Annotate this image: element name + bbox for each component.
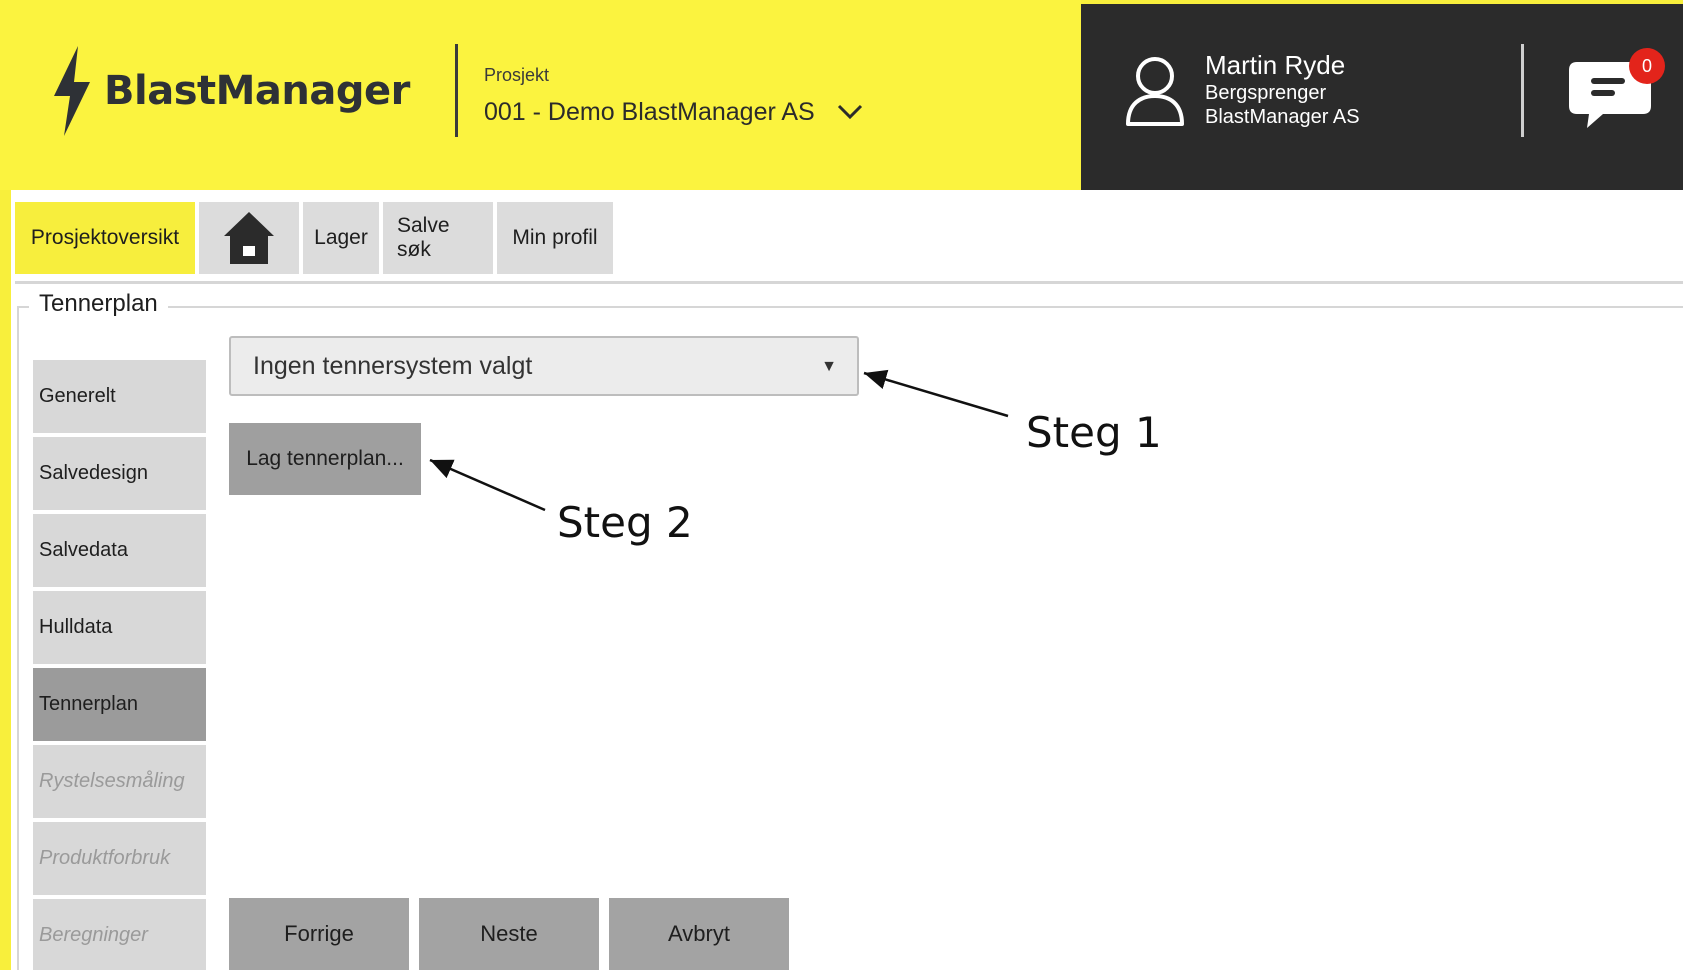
message-count-badge: 0 bbox=[1629, 48, 1665, 84]
header-divider bbox=[455, 44, 458, 137]
header-yellow-area: BlastManager Prosjekt 001 - Demo BlastMa… bbox=[0, 0, 1081, 190]
project-value: 001 - Demo BlastManager AS bbox=[484, 97, 815, 126]
sidebar-item-hulldata[interactable]: Hulldata bbox=[33, 591, 206, 664]
nav-prosjektoversikt[interactable]: Prosjektoversikt bbox=[15, 202, 195, 274]
nav-home[interactable] bbox=[199, 202, 299, 274]
sidebar-item-produktforbruk: Produktforbruk bbox=[33, 822, 206, 895]
user-icon[interactable] bbox=[1124, 54, 1186, 128]
project-selector[interactable]: 001 - Demo BlastManager AS bbox=[484, 94, 863, 130]
sidebar-item-tennerplan[interactable]: Tennerplan bbox=[33, 668, 206, 741]
step-sidebar: Generelt Salvedesign Salvedata Hulldata … bbox=[33, 360, 206, 970]
sidebar-item-beregninger: Beregninger bbox=[33, 899, 206, 970]
previous-button[interactable]: Forrige bbox=[229, 898, 409, 970]
home-icon bbox=[224, 212, 274, 264]
nav-salve-sok[interactable]: Salve søk bbox=[383, 202, 493, 274]
project-label: Prosjekt bbox=[484, 65, 550, 85]
step1-annotation: Steg 1 bbox=[1026, 408, 1162, 457]
sidebar-item-salvedata[interactable]: Salvedata bbox=[33, 514, 206, 587]
lightning-bolt-icon bbox=[54, 46, 90, 136]
step2-annotation: Steg 2 bbox=[557, 498, 693, 547]
cancel-button[interactable]: Avbryt bbox=[609, 898, 789, 970]
user-company: BlastManager AS bbox=[1205, 106, 1360, 128]
chevron-down-icon bbox=[837, 104, 862, 120]
user-role: Bergsprenger bbox=[1205, 82, 1327, 104]
header-user-divider bbox=[1521, 44, 1524, 137]
main-panel: Prosjektoversikt Lager Salve søk Min pro… bbox=[11, 190, 1683, 970]
sidebar-item-generelt[interactable]: Generelt bbox=[33, 360, 206, 433]
section-border bbox=[17, 306, 1683, 308]
caret-down-icon: ▼ bbox=[821, 358, 837, 375]
create-tennerplan-button[interactable]: Lag tennerplan... bbox=[229, 423, 421, 495]
nav-divider bbox=[15, 281, 1683, 284]
sidebar-item-salvedesign[interactable]: Salvedesign bbox=[33, 437, 206, 510]
user-name: Martin Ryde bbox=[1205, 50, 1346, 80]
next-button[interactable]: Neste bbox=[419, 898, 599, 970]
section-border-left bbox=[17, 306, 19, 970]
messages-button[interactable]: 0 bbox=[1567, 48, 1665, 134]
logo-text: BlastManager bbox=[104, 68, 410, 114]
section-title: Tennerplan bbox=[29, 290, 168, 318]
blastmanager-logo[interactable]: BlastManager bbox=[48, 46, 410, 136]
nav-min-profil[interactable]: Min profil bbox=[497, 202, 613, 274]
tennersystem-select-value: Ingen tennersystem valgt bbox=[253, 351, 533, 380]
sidebar-item-rystelsesmaling: Rystelsesmåling bbox=[33, 745, 206, 818]
nav-lager[interactable]: Lager bbox=[303, 202, 379, 274]
top-nav: Prosjektoversikt Lager Salve søk Min pro… bbox=[15, 202, 613, 274]
tennersystem-select[interactable]: Ingen tennersystem valgt ▼ bbox=[229, 336, 859, 396]
